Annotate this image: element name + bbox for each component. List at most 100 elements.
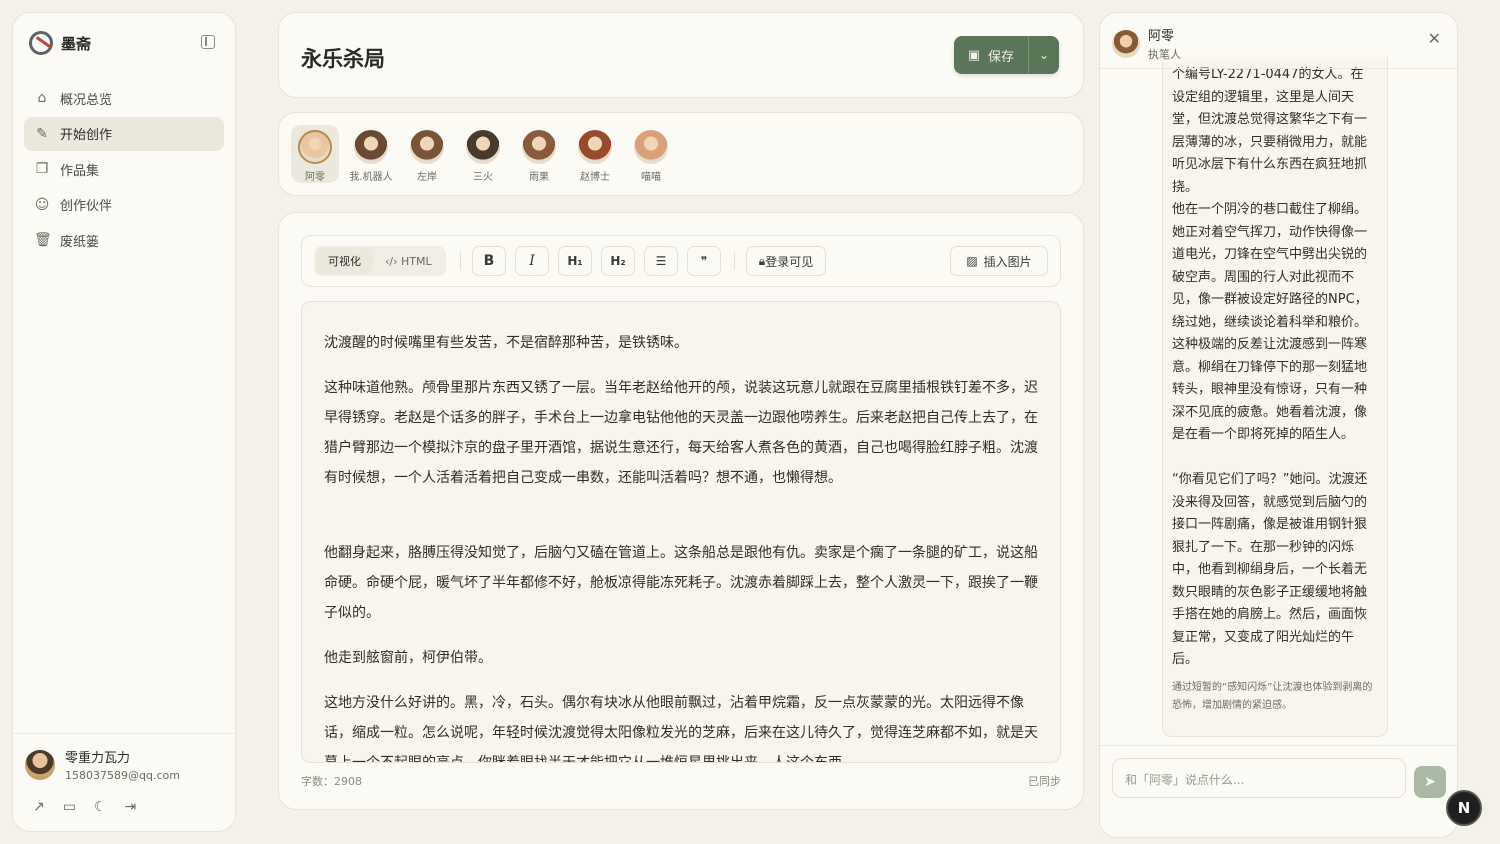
home-icon: ⌂ (37, 90, 47, 106)
nav-item-partners[interactable]: ☺ 创作伙伴 (24, 188, 224, 222)
sidebar-tools: ↗ ▭ ☾ ⇥ (33, 799, 136, 815)
avatar (410, 130, 444, 164)
page-title: 永乐杀局 (301, 47, 385, 71)
paragraph: 沈渡醒的时候嘴里有些发苦，不是宿醉那种苦，是铁锈味。 (324, 335, 688, 351)
avatar (634, 130, 668, 164)
chat-header: 阿零 执笔人 (1112, 25, 1181, 62)
send-button[interactable]: ➤ (1414, 766, 1446, 798)
word-count: 字数：2908 (301, 775, 362, 788)
user-profile[interactable]: 零重力瓦力 158037589@qq.com (25, 747, 180, 782)
divider (1100, 745, 1457, 746)
chevron-down-icon[interactable]: ⌄ (1029, 36, 1059, 74)
chat-paragraph: 他在一个阴冷的巷口截住了柳绢。她正对着空气挥刀，动作快得像一道电光，刀锋在空气中… (1172, 202, 1368, 442)
save-icon: ▣ (967, 47, 980, 63)
mode-html-label: HTML (401, 254, 432, 268)
nav-item-trash[interactable]: 🗑 废纸篓 (24, 223, 224, 257)
editor-content[interactable]: 沈渡醒的时候嘴里有些发苦，不是宿醉那种苦，是铁锈味。 这种味道他熟。颅骨里那片东… (301, 301, 1061, 763)
character-name: 我.机器人 (349, 172, 393, 183)
chat-note: 通过短暂的“感知闪烁”让沈渡也体验到剥离的恐怖，增加剧情的紧迫感。 (1172, 682, 1373, 711)
divider (460, 252, 461, 270)
nav-item-overview[interactable]: ⌂ 概况总览 (24, 81, 224, 115)
user-email: 158037589@qq.com (65, 769, 180, 782)
chat-name: 阿零 (1148, 29, 1175, 44)
avatar (578, 130, 612, 164)
sidebar: 墨斋 ⌂ 概况总览 ✎ 开始创作 ❐ 作品集 ☺ 创作伙伴 🗑 废纸篓 零重力瓦… (12, 12, 236, 832)
send-icon: ➤ (1424, 774, 1436, 790)
nav-label: 创作伙伴 (60, 199, 113, 215)
nav-label: 概况总览 (60, 92, 113, 108)
avatar (354, 130, 388, 164)
character-item[interactable]: 阿零 (291, 125, 339, 183)
avatar (298, 130, 332, 164)
quote-button[interactable]: ❞ (687, 246, 721, 276)
character-item[interactable]: 左岸 (403, 125, 451, 183)
brand-name: 墨斋 (61, 34, 92, 53)
paragraph: 他翻身起来，胳膊压得没知觉了，后脑勺又磕在管道上。这条船总是跟他有仇。卖家是个瘸… (324, 545, 1038, 621)
paragraph: 这种味道他熟。颅骨里那片东西又锈了一层。当年老赵给他开的颅，说装这玩意儿就跟在豆… (324, 380, 1038, 486)
chat-paragraph: 个编号LY-2271-0447的女人。在设定组的逻辑里，这里是人间天堂，但沈渡总… (1172, 67, 1368, 195)
floating-action-button[interactable]: N (1446, 790, 1482, 826)
sync-status: 已同步 (1028, 775, 1061, 788)
avatar (1112, 29, 1140, 58)
avatar (466, 130, 500, 164)
logout-icon[interactable]: ⇥ (125, 799, 137, 815)
avatar (522, 130, 556, 164)
nav: ⌂ 概况总览 ✎ 开始创作 ❐ 作品集 ☺ 创作伙伴 🗑 废纸篓 (24, 81, 224, 259)
character-name: 阿零 (305, 172, 325, 183)
character-name: 三火 (473, 172, 493, 183)
h1-button[interactable]: H₁ (558, 246, 592, 276)
chat-role: 执笔人 (1148, 48, 1181, 61)
character-name: 左岸 (417, 172, 437, 183)
chat-input[interactable]: 和「阿零」说点什么... (1112, 758, 1406, 798)
image-icon: ▨ (966, 254, 978, 268)
pen-icon: ✎ (36, 125, 48, 142)
character-item[interactable]: 我.机器人 (347, 125, 395, 183)
character-item[interactable]: 三火 (459, 125, 507, 183)
editor-toolbar: 可视化 ‹/› HTML B I H₁ H₂ ☰ ❞ 🔒︎ 登录可见 ▨ 插入图片 (301, 235, 1061, 287)
title-card: 永乐杀局 ▣ 保存 ⌄ (278, 12, 1084, 98)
character-item[interactable]: 雨果 (515, 125, 563, 183)
users-icon: ☺ (34, 196, 50, 213)
editor-card: 可视化 ‹/› HTML B I H₁ H₂ ☰ ❞ 🔒︎ 登录可见 ▨ 插入图片 … (278, 212, 1084, 810)
sidebar-collapse-icon[interactable] (201, 35, 215, 49)
theme-icon[interactable]: ☾ (94, 799, 107, 815)
insert-image-button[interactable]: ▨ 插入图片 (950, 246, 1048, 276)
divider (734, 252, 735, 270)
save-button[interactable]: ▣ 保存 (954, 36, 1028, 74)
list-button[interactable]: ☰ (644, 246, 678, 276)
character-item[interactable]: 赵博士 (571, 125, 619, 183)
nav-item-create[interactable]: ✎ 开始创作 (24, 116, 224, 151)
chat-panel: 个编号LY-2271-0447的女人。在设定组的逻辑里，这里是人间天堂，但沈渡总… (1099, 12, 1458, 838)
login-visible-button[interactable]: 🔒︎ 登录可见 (746, 246, 826, 276)
avatar (25, 749, 55, 780)
brand[interactable]: 墨斋 (29, 31, 91, 55)
save-button-group: ▣ 保存 ⌄ (953, 36, 1059, 74)
code-icon: ‹/› (385, 254, 402, 268)
close-icon[interactable]: ✕ (1428, 29, 1441, 48)
login-visible-label: 登录可见 (765, 254, 814, 269)
italic-button[interactable]: I (515, 246, 549, 276)
external-link-icon[interactable]: ↗ (33, 799, 45, 815)
nav-label: 废纸篓 (60, 234, 100, 250)
character-item[interactable]: 喵喵 (627, 125, 675, 183)
nav-item-works[interactable]: ❐ 作品集 (24, 152, 224, 186)
character-name: 雨果 (529, 172, 549, 183)
mode-toggle: 可视化 ‹/› HTML (314, 246, 446, 276)
mode-visual-button[interactable]: 可视化 (316, 248, 373, 274)
trash-icon: 🗑 (34, 232, 52, 249)
mode-html-button[interactable]: ‹/› HTML (373, 248, 444, 274)
copy-icon: ❐ (35, 161, 49, 178)
paragraph: 他走到舷窗前，柯伊伯带。 (324, 650, 492, 666)
insert-image-label: 插入图片 (983, 254, 1032, 269)
user-name: 零重力瓦力 (65, 751, 131, 766)
bold-button[interactable]: B (472, 246, 506, 276)
chat-paragraph: “你看见它们了吗？”她问。沈渡还没来得及回答，就感觉到后脑勺的接口一阵剧痛，像是… (1172, 472, 1368, 667)
ticket-icon[interactable]: ▭ (63, 799, 76, 815)
paragraph: 这地方没什么好讲的。黑，冷，石头。偶尔有块冰从他眼前飘过，沾着甲烷霜，反一点灰蒙… (324, 695, 1038, 763)
h2-button[interactable]: H₂ (601, 246, 635, 276)
character-name: 赵博士 (580, 172, 610, 183)
save-label: 保存 (987, 49, 1014, 65)
character-name: 喵喵 (641, 172, 661, 183)
characters-card: 阿零 我.机器人 左岸 三火 雨果 赵博士 喵喵 (278, 112, 1084, 196)
logo-icon (29, 31, 53, 55)
